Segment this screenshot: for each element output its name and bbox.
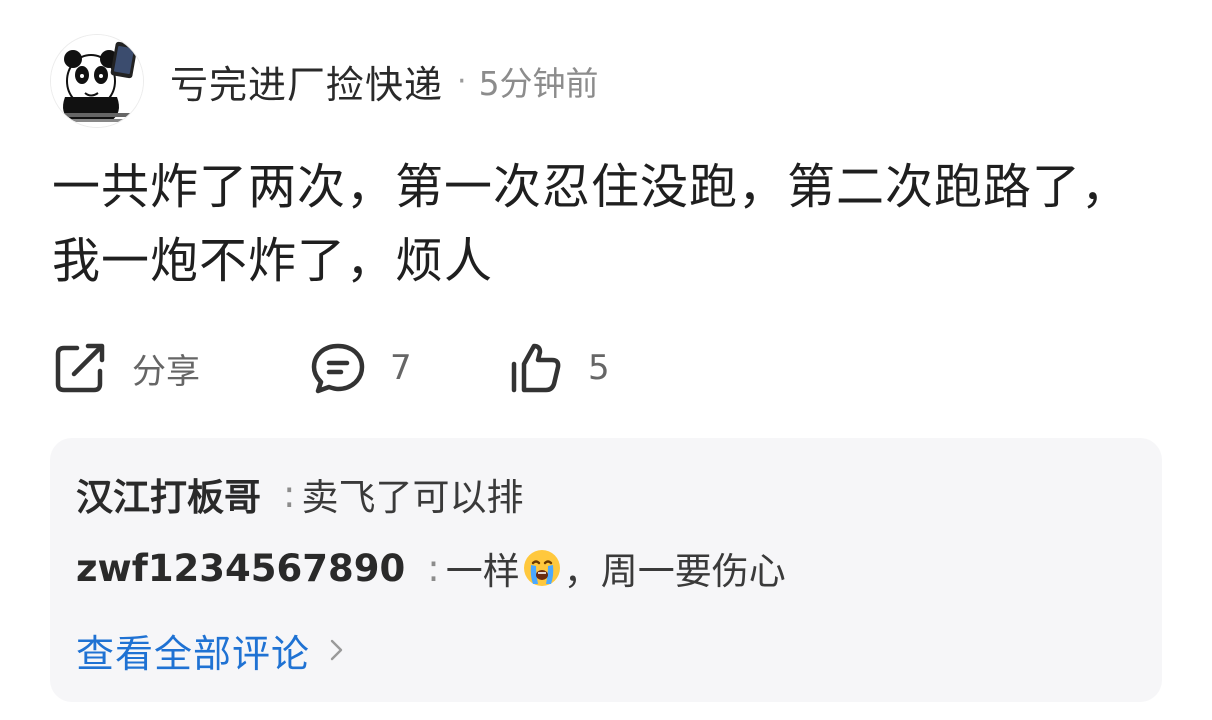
thumbs-up-icon bbox=[511, 343, 561, 393]
share-label: 分享 bbox=[132, 351, 200, 392]
share-icon bbox=[55, 343, 105, 393]
comment-item[interactable]: zwf1234567890 : 一样 ，周一要伤心 bbox=[76, 540, 786, 596]
chevron-right-icon bbox=[330, 639, 343, 661]
comment-separator: : bbox=[283, 472, 296, 516]
comment-separator: : bbox=[427, 546, 440, 590]
comment-item[interactable]: 汉江打板哥 : 卖飞了可以排 bbox=[76, 466, 523, 522]
view-all-comments-link[interactable]: 查看全部评论 bbox=[76, 622, 346, 678]
meta-separator: · bbox=[457, 63, 467, 99]
post-time: 5分钟前 bbox=[478, 64, 599, 103]
panda-meme-avatar-image bbox=[51, 35, 143, 127]
like-count: 5 bbox=[588, 348, 610, 388]
comment-username[interactable]: zwf1234567890 bbox=[76, 547, 405, 590]
share-button[interactable]: 分享 bbox=[50, 336, 200, 400]
view-all-comments-label: 查看全部评论 bbox=[76, 631, 311, 676]
post-header: 亏完进厂捡快递 · 5分钟前 bbox=[50, 34, 599, 128]
comment-text: 卖飞了可以排 bbox=[301, 476, 524, 519]
comment-username[interactable]: 汉江打板哥 bbox=[76, 467, 261, 521]
comment-count: 7 bbox=[390, 348, 412, 388]
post-content[interactable]: 一共炸了两次，第一次忍住没跑，第二次跑路了，我一炮不炸了，烦人 bbox=[52, 150, 1162, 298]
comment-button[interactable]: 7 bbox=[308, 336, 412, 400]
author-name[interactable]: 亏完进厂捡快递 bbox=[170, 54, 443, 109]
post-card: 亏完进厂捡快递 · 5分钟前 一共炸了两次，第一次忍住没跑，第二次跑路了，我一炮… bbox=[0, 0, 1212, 720]
comments-preview: 汉江打板哥 : 卖飞了可以排 zwf1234567890 : 一样 ，周一要伤心… bbox=[50, 438, 1162, 702]
action-bar: 分享 7 5 bbox=[50, 336, 750, 400]
crying-face-emoji-icon bbox=[523, 550, 560, 586]
like-button[interactable]: 5 bbox=[506, 336, 610, 400]
comment-text: ，周一要伤心 bbox=[563, 550, 786, 593]
comment-text: 一样 bbox=[445, 550, 520, 593]
avatar[interactable] bbox=[50, 34, 144, 128]
comment-bubble-icon bbox=[311, 343, 365, 394]
